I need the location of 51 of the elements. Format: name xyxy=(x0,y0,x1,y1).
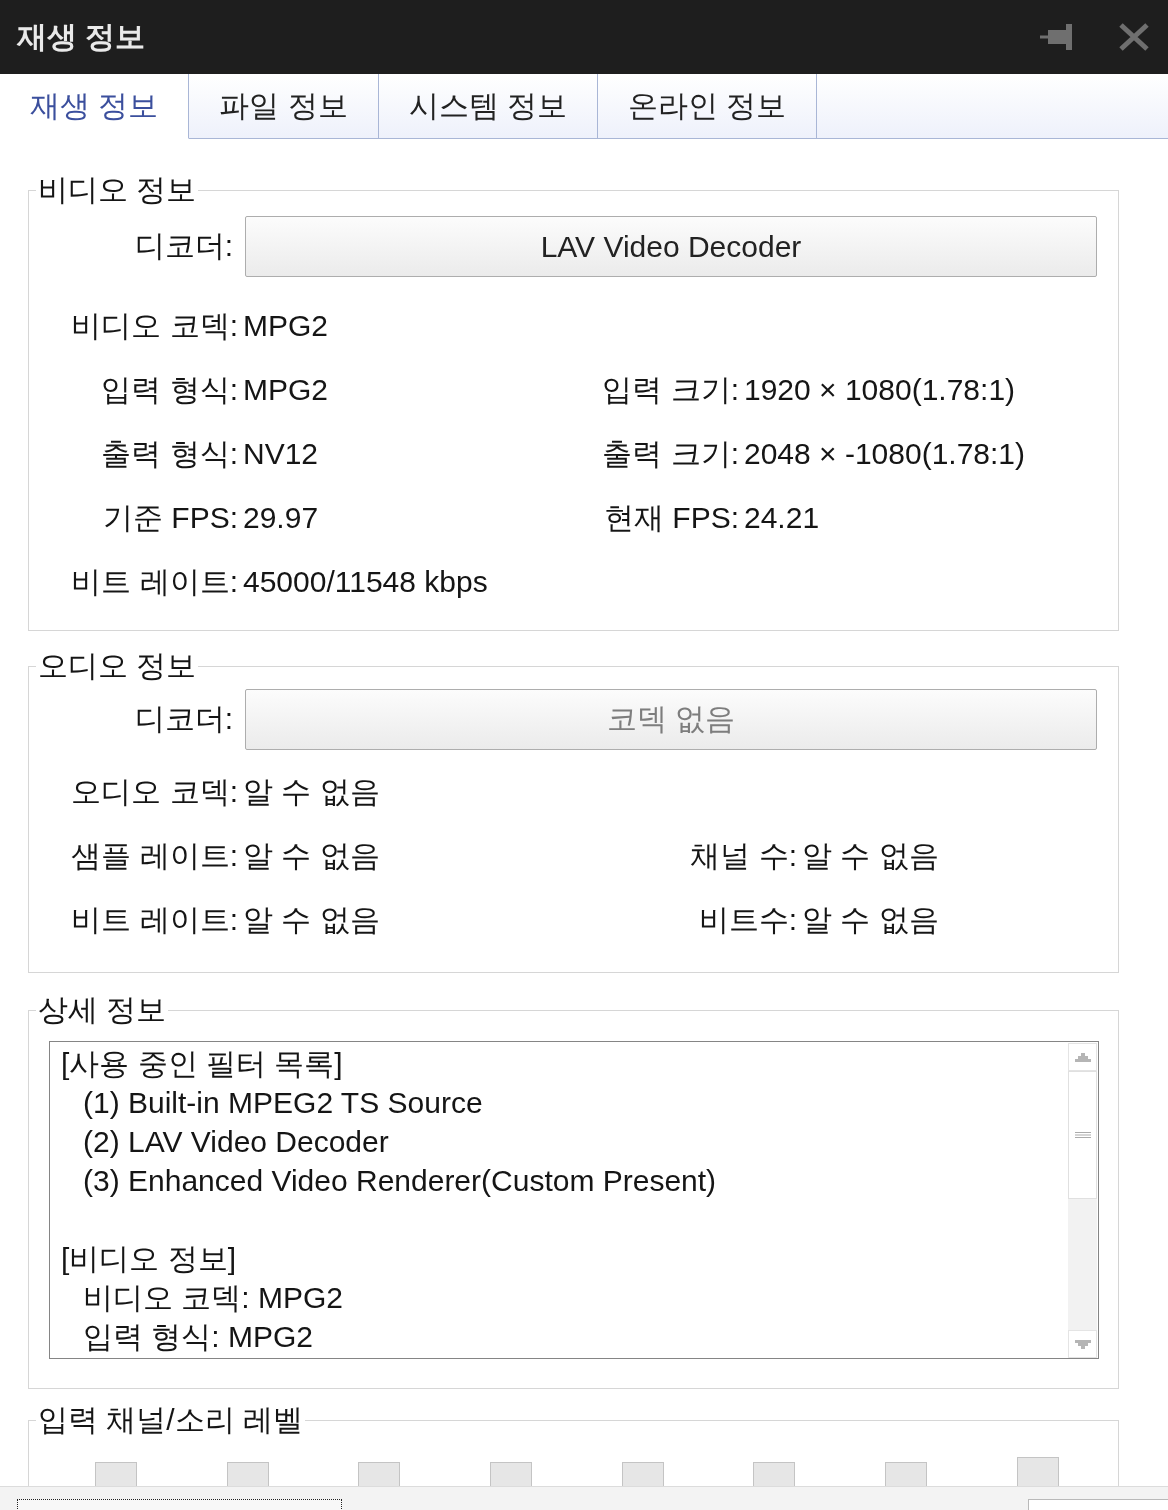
close-icon[interactable] xyxy=(1118,22,1150,52)
tab[interactable]: 파일 정보 xyxy=(189,74,379,139)
footer-button[interactable] xyxy=(17,1499,342,1510)
field-value: 알 수 없음 xyxy=(801,901,940,938)
field-value: 45000/11548 kbps xyxy=(242,565,489,599)
field-label: 디코더: xyxy=(133,701,233,737)
grip-icon xyxy=(1074,1132,1091,1138)
field-value: 알 수 없음 xyxy=(242,773,381,810)
field-value: 24.21 xyxy=(743,501,821,535)
text-line: (3) Enhanced Video Renderer(Custom Present) xyxy=(83,1163,717,1199)
field-label: 샘플 레이트: xyxy=(70,837,238,874)
field-value: 2048 × -1080(1.78:1) xyxy=(743,437,1027,471)
field-value: NV12 xyxy=(242,437,320,471)
tab[interactable]: 시스템 정보 xyxy=(378,74,599,139)
field-label: 출력 크기: xyxy=(601,435,739,472)
field-label: 채널 수: xyxy=(689,837,797,874)
scroll-down-button[interactable] xyxy=(1068,1330,1097,1358)
field-label: 디코더: xyxy=(133,228,233,264)
scroll-thumb[interactable] xyxy=(1068,1071,1097,1199)
field-value: 29.97 xyxy=(242,501,320,535)
field-label: 비트 레이트: xyxy=(70,901,238,938)
text-line: (2) LAV Video Decoder xyxy=(83,1124,389,1160)
up-arrow-icon xyxy=(1074,1052,1091,1062)
field-value: 1920 × 1080(1.78:1) xyxy=(743,373,1017,407)
field-label: 비트수: xyxy=(697,901,797,938)
field-label: 비트 레이트: xyxy=(70,563,238,600)
field-value: 알 수 없음 xyxy=(242,901,381,938)
field-label: 현재 FPS: xyxy=(603,499,739,536)
text-line: 비디오 코덱: MPG2 xyxy=(83,1280,344,1316)
tab[interactable]: 온라인 정보 xyxy=(598,74,818,139)
scrollbar[interactable] xyxy=(1068,1043,1097,1358)
field-label: 입력 크기: xyxy=(601,371,739,408)
field-label: 출력 형식: xyxy=(100,435,238,472)
text-line: [사용 중인 필터 목록] xyxy=(61,1046,343,1082)
field-value: MPG2 xyxy=(242,309,330,343)
field-label: 비디오 코덱: xyxy=(70,307,238,344)
field-label: 오디오 코덱: xyxy=(70,773,238,810)
pin-icon[interactable] xyxy=(1040,24,1074,50)
text-line: 입력 형식: MPG2 xyxy=(83,1319,314,1355)
field-value: MPG2 xyxy=(242,373,330,407)
window-title: 재생 정보 xyxy=(17,18,147,55)
text-line: [비디오 정보] xyxy=(61,1241,236,1277)
details-text-box[interactable]: [사용 중인 필터 목록] (1) Built-in MPEG2 TS Source (2) LAV Video Decoder (3) Enhanced Video Renderer(Custom Present) [비디오 정보] 비디오 코덱: MPG2 입력 형식: MPG2 xyxy=(49,1041,1099,1359)
down-arrow-icon xyxy=(1074,1339,1091,1349)
field-value: 알 수 없음 xyxy=(801,837,940,874)
text-line: (1) Built-in MPEG2 TS Source xyxy=(83,1085,483,1121)
field-label: 입력 형식: xyxy=(100,371,238,408)
scroll-up-button[interactable] xyxy=(1068,1043,1097,1071)
decoder-button[interactable]: LAV Video Decoder xyxy=(245,216,1097,277)
field-label: 기준 FPS: xyxy=(102,499,238,536)
field-value: 알 수 없음 xyxy=(242,837,381,874)
